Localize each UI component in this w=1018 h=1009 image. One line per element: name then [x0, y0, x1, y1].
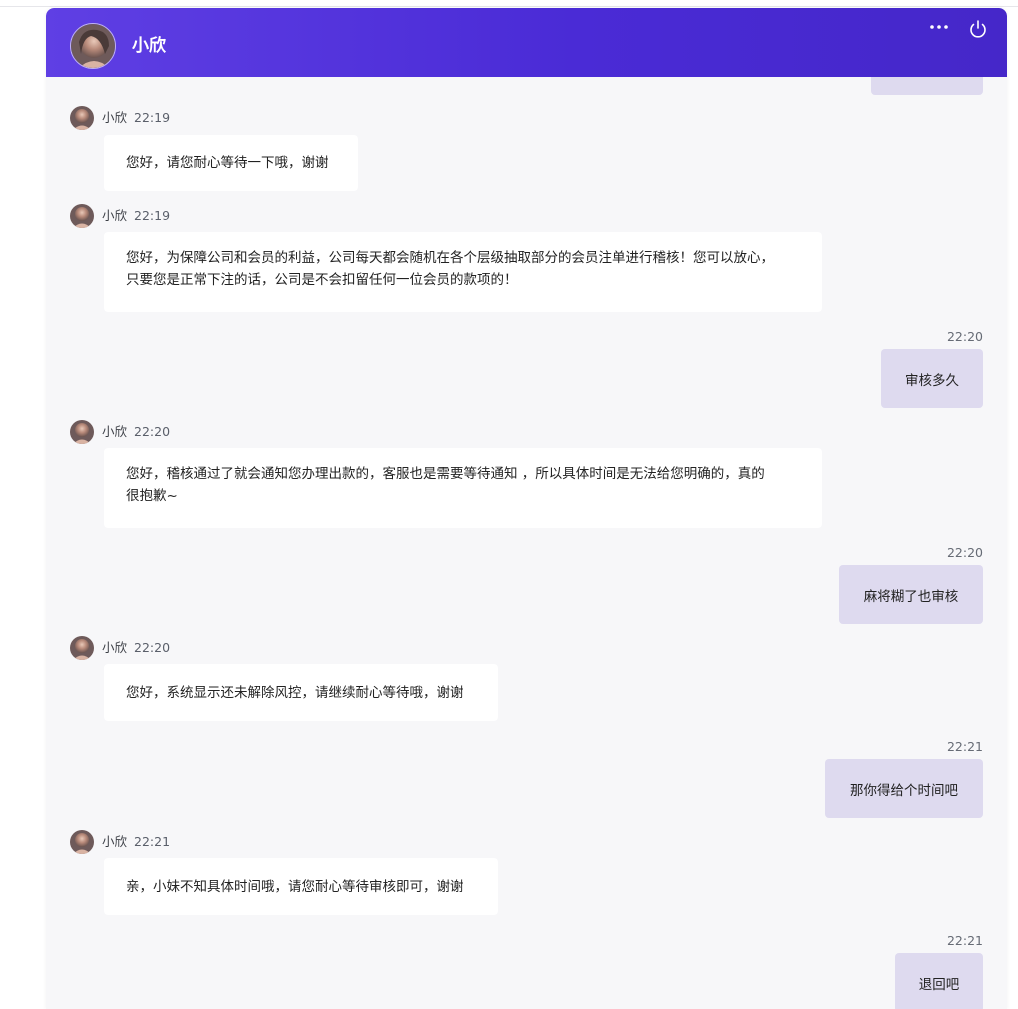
agent-message-bubble: 您好，为保障公司和会员的利益，公司每天都会随机在各个层级抽取部分的会员注单进行稽… — [104, 232, 822, 312]
message-text: 退回吧 — [918, 976, 960, 993]
message-time: 22:20 — [134, 424, 171, 439]
message-text: 审核多久 — [905, 372, 959, 389]
more-icon[interactable] — [926, 18, 952, 38]
sender-name: 小欣 — [102, 424, 128, 439]
agent-mini-avatar — [70, 204, 94, 228]
message-text-line: 只要您是正常下注的话，公司是不会扣留任何一位会员的款项的！ — [126, 272, 518, 288]
my-message-bubble: 退回吧 — [895, 953, 983, 1009]
message-meta: 小欣 22:20 — [70, 420, 210, 444]
message-text-line: 您好，稽核通过了就会通知您办理出款的，客服也是需要等待通知 ，所以具体时间是无法… — [126, 466, 765, 482]
message-time: 22:20 — [134, 640, 171, 655]
sender-name: 小欣 — [102, 110, 128, 125]
agent-message-bubble: 您好，系统显示还未解除风控，请继续耐心等待哦，谢谢 — [104, 664, 498, 721]
power-icon[interactable] — [967, 18, 989, 40]
sender-name: 小欣 — [102, 208, 128, 223]
chat-header: 小欣 — [46, 8, 1007, 77]
message-time: 22:19 — [134, 110, 171, 125]
message-text: 麻将糊了也审核 — [863, 588, 959, 605]
agent-message-bubble: 亲，小妹不知具体时间哦，请您耐心等待审核即可，谢谢 — [104, 858, 498, 915]
message-text: 您好，系统显示还未解除风控，请继续耐心等待哦，谢谢 — [126, 684, 464, 701]
message-time: 22:20 — [946, 545, 983, 560]
agent-name: 小欣 — [132, 36, 166, 56]
message-meta: 小欣 22:19 — [70, 106, 210, 130]
sender-name: 小欣 — [102, 834, 128, 849]
message-text-line: 很抱歉~ — [126, 488, 178, 504]
message-time: 22:19 — [134, 208, 171, 223]
message-meta: 小欣 22:20 — [70, 636, 210, 660]
message-text: 那你得给个时间吧 — [850, 782, 958, 799]
message-text-line: 您好，为保障公司和会员的利益，公司每天都会随机在各个层级抽取部分的会员注单进行稽… — [126, 250, 774, 266]
chat-window: 小欣 小欣 22:19 您好，请您耐心等待一下哦，谢谢 小欣 22:19 您好，… — [46, 8, 1007, 1009]
my-message-bubble: 那你得给个时间吧 — [825, 759, 983, 818]
agent-mini-avatar — [70, 420, 94, 444]
agent-avatar — [70, 23, 116, 69]
message-text: 您好，请您耐心等待一下哦，谢谢 — [126, 155, 329, 171]
message-text: 亲，小妹不知具体时间哦，请您耐心等待审核即可，谢谢 — [126, 878, 464, 895]
top-divider — [0, 6, 1018, 7]
agent-mini-avatar — [70, 830, 94, 854]
sender-name: 小欣 — [102, 640, 128, 655]
agent-message-bubble: 您好，稽核通过了就会通知您办理出款的，客服也是需要等待通知 ，所以具体时间是无法… — [104, 448, 822, 528]
message-time: 22:21 — [946, 933, 983, 948]
message-time: 22:20 — [946, 329, 983, 344]
my-message-bubble: 审核多久 — [881, 349, 983, 408]
agent-message-bubble: 您好，请您耐心等待一下哦，谢谢 — [104, 135, 358, 191]
message-meta: 小欣 22:21 — [70, 830, 210, 854]
message-time: 22:21 — [946, 739, 983, 754]
agent-mini-avatar — [70, 106, 94, 130]
message-time: 22:21 — [134, 834, 171, 849]
message-meta: 小欣 22:19 — [70, 204, 210, 228]
agent-mini-avatar — [70, 636, 94, 660]
my-message-bubble: 麻将糊了也审核 — [839, 565, 983, 624]
